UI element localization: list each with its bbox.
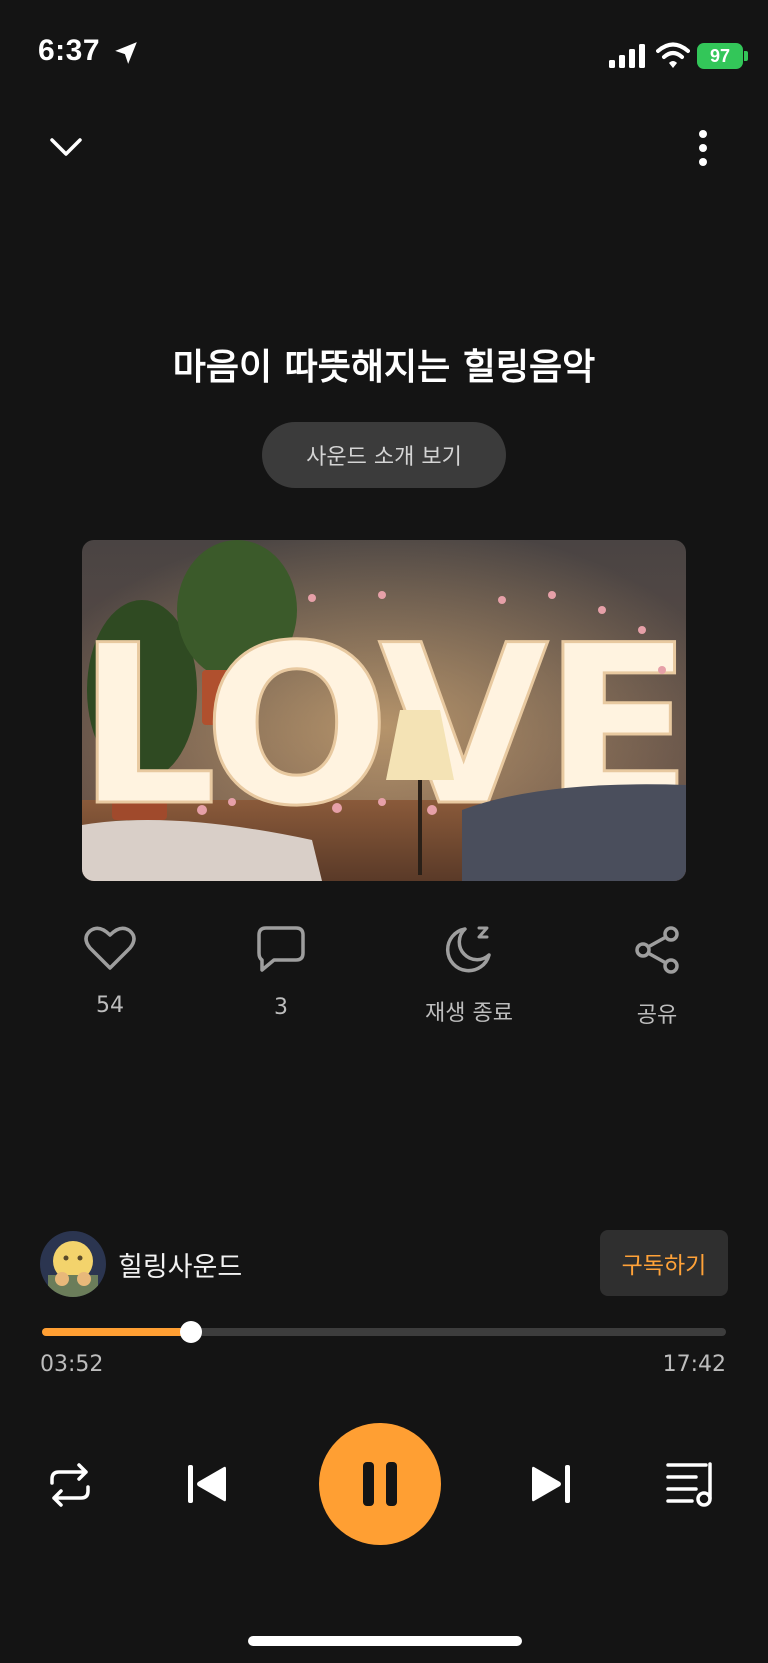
sound-title: 마음이 따뜻해지는 힐링음악 bbox=[172, 347, 596, 388]
progress-thumb[interactable] bbox=[180, 1321, 203, 1343]
repeat-icon[interactable] bbox=[46, 1463, 94, 1507]
home-indicator[interactable] bbox=[248, 1636, 522, 1646]
share-icon bbox=[635, 926, 679, 974]
share-action[interactable]: 공유 bbox=[587, 925, 727, 1029]
sleep-timer-label: 재생 종료 bbox=[425, 1001, 513, 1026]
album-cover-image: LOVE bbox=[82, 540, 686, 881]
sleep-timer-action[interactable]: 재생 종료 bbox=[399, 925, 539, 1027]
total-time: 17:42 bbox=[662, 1352, 726, 1377]
subscribe-button[interactable]: 구독하기 bbox=[600, 1230, 728, 1296]
battery-tip bbox=[744, 51, 748, 61]
previous-track-icon[interactable] bbox=[186, 1463, 228, 1505]
comment-icon bbox=[257, 926, 305, 972]
comment-action[interactable]: 3 bbox=[211, 925, 351, 1020]
pause-button[interactable] bbox=[319, 1423, 441, 1545]
more-options-icon[interactable] bbox=[688, 128, 718, 168]
sound-intro-button[interactable]: 사운드 소개 보기 bbox=[262, 422, 506, 488]
sleep-timer-icon bbox=[445, 926, 491, 973]
wifi-icon bbox=[656, 42, 690, 68]
chevron-down-icon[interactable] bbox=[48, 132, 84, 162]
battery-indicator: 97 bbox=[697, 43, 743, 69]
share-label: 공유 bbox=[636, 1003, 678, 1028]
pause-icon bbox=[363, 1462, 397, 1506]
next-track-icon[interactable] bbox=[530, 1463, 572, 1505]
current-time: 03:52 bbox=[40, 1352, 104, 1377]
like-action[interactable]: 54 bbox=[40, 925, 180, 1018]
channel-avatar[interactable] bbox=[40, 1231, 106, 1297]
like-count: 54 bbox=[96, 993, 124, 1018]
heart-icon bbox=[84, 926, 136, 970]
channel-name[interactable]: 힐링사운드 bbox=[118, 1245, 242, 1284]
progress-fill bbox=[42, 1328, 192, 1336]
progress-slider[interactable] bbox=[42, 1321, 726, 1343]
playlist-icon[interactable] bbox=[666, 1460, 722, 1508]
comment-count: 3 bbox=[274, 995, 288, 1020]
cellular-signal-icon bbox=[609, 44, 645, 68]
location-arrow-icon bbox=[115, 42, 137, 64]
battery-level: 97 bbox=[709, 45, 731, 66]
status-time: 6:37 bbox=[38, 34, 101, 67]
